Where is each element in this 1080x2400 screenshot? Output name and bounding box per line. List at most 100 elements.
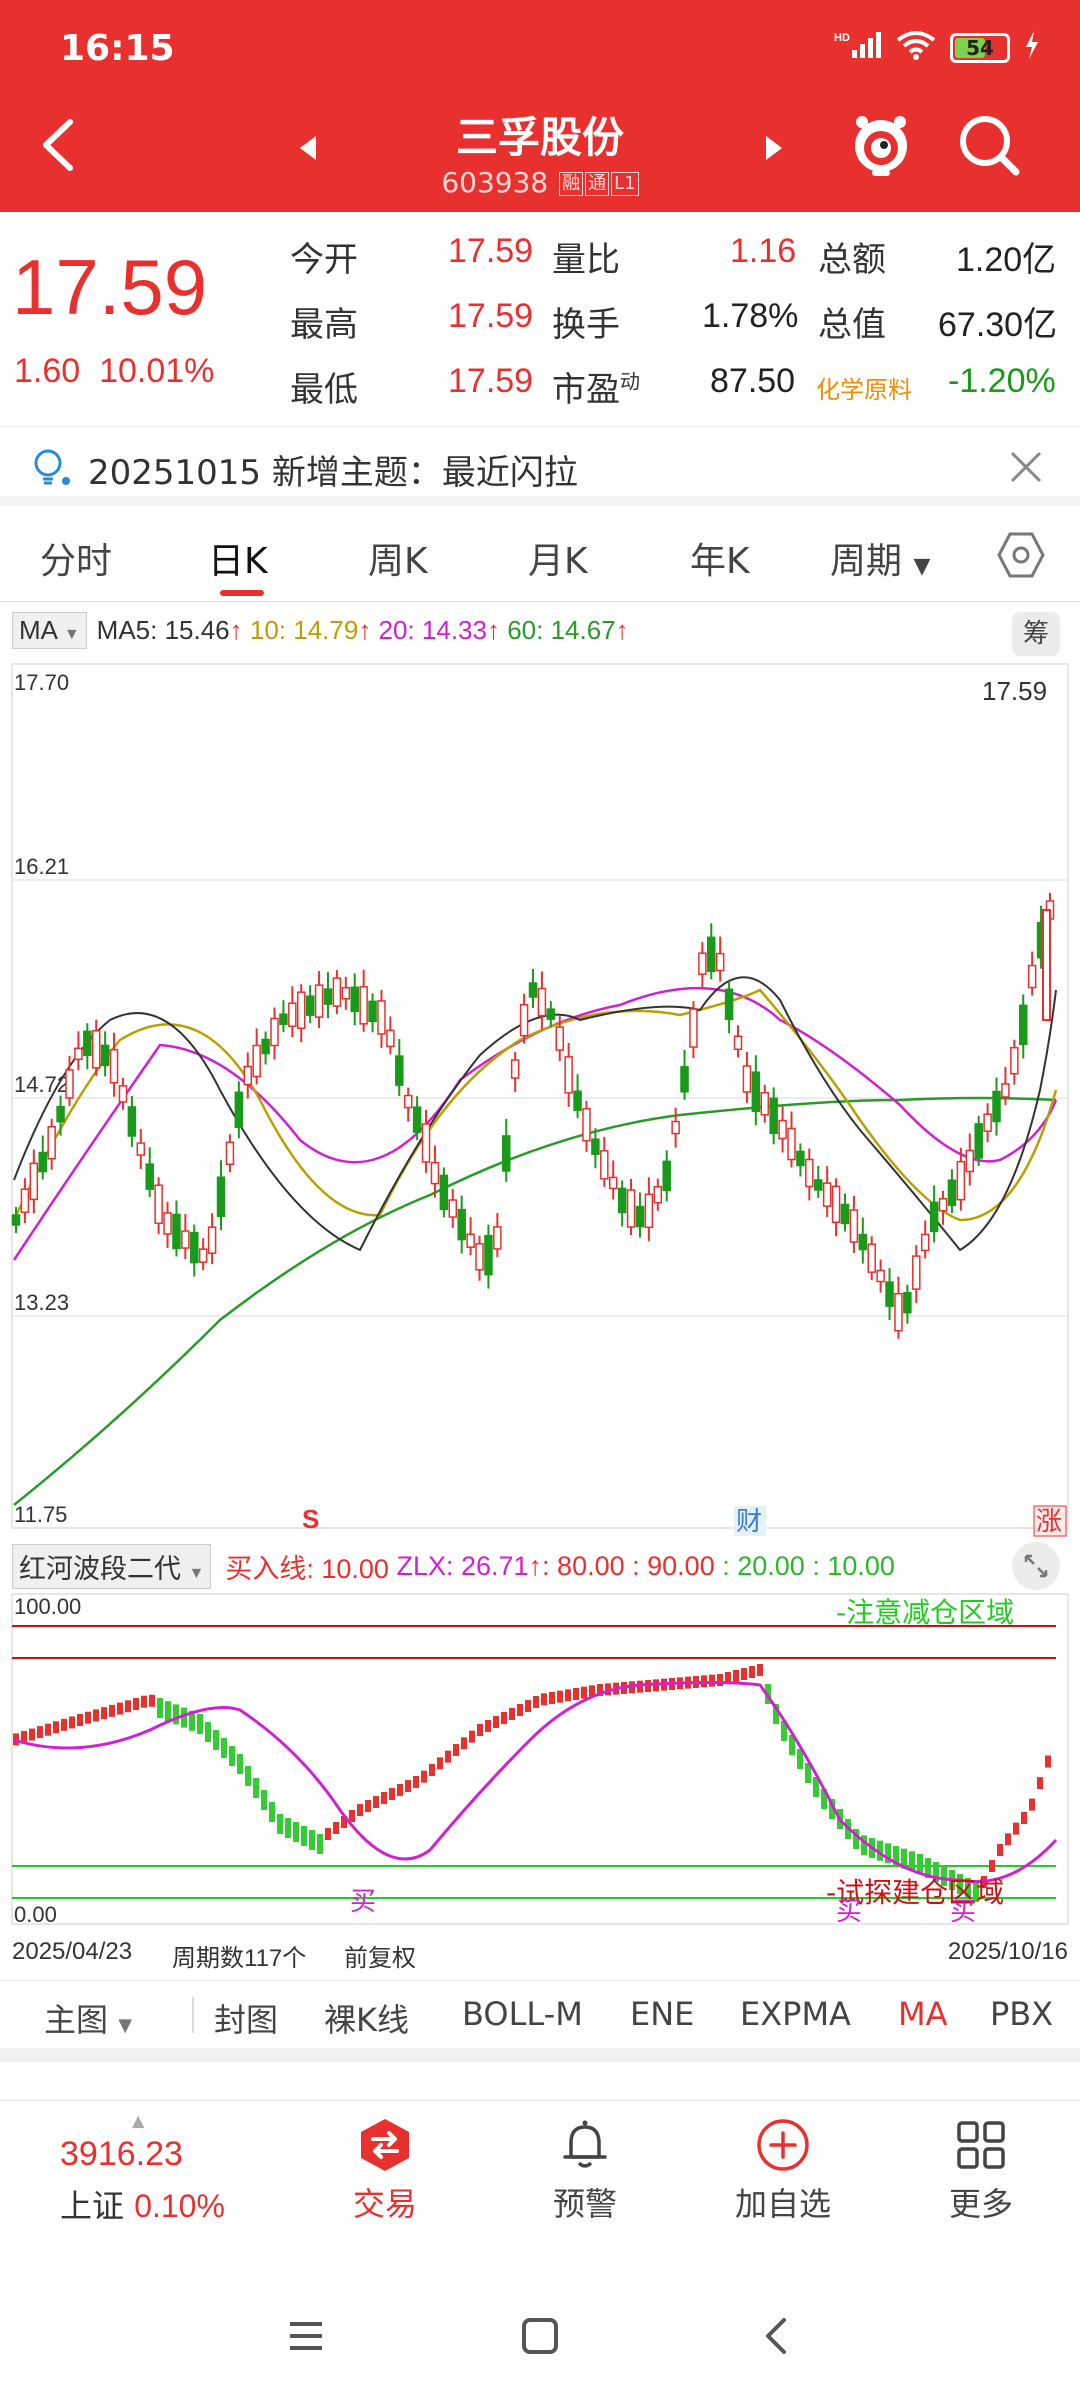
candle-body <box>421 1123 431 1163</box>
indicator-bar <box>149 1694 155 1707</box>
candle-body <box>296 991 306 1029</box>
candle-body <box>172 1213 181 1250</box>
tab-seal-chart[interactable]: 封图 <box>214 1995 278 2041</box>
tab-monthly-k[interactable]: 月K <box>528 532 588 584</box>
y-tick-label: 17.70 <box>14 670 69 695</box>
start-date: 2025/04/23 <box>12 1938 133 1965</box>
candle-body <box>234 1091 244 1129</box>
indicator-bar <box>541 1693 547 1706</box>
indicator-bar <box>549 1692 555 1704</box>
candle-body <box>662 1160 671 1192</box>
candle-body <box>386 1029 395 1048</box>
candle-body <box>805 1158 814 1188</box>
back-nav-icon[interactable] <box>756 2316 796 2360</box>
expand-icon[interactable] <box>1012 1542 1060 1590</box>
sector-name[interactable]: 化学原料 <box>816 370 912 405</box>
stock-code-row: 603938 融通 L1 <box>340 166 740 199</box>
nav-more[interactable]: 更多 <box>896 2117 1066 2225</box>
trade-icon <box>357 2117 413 2173</box>
indicator-bar <box>1013 1822 1019 1835</box>
nav-trade-label: 交易 <box>352 2185 417 2223</box>
indicator-bar <box>509 1708 515 1720</box>
indicator-bar <box>165 1701 171 1722</box>
candle-body <box>11 1214 21 1226</box>
indicator-bar <box>1021 1812 1027 1824</box>
back-button[interactable] <box>30 110 90 180</box>
candle-body <box>965 1149 975 1173</box>
indicator-selector[interactable]: 红河波段二代 ▼ <box>12 1543 212 1589</box>
tab-expma[interactable]: EXPMA <box>740 1995 851 2033</box>
candle-body <box>894 1292 903 1332</box>
candle-body <box>38 1151 47 1173</box>
tab-ma[interactable]: MA <box>898 1995 948 2033</box>
indicator-bar <box>237 1754 243 1774</box>
marker-s: S <box>302 1504 319 1534</box>
index-value[interactable]: 3916.23 <box>60 2135 183 2174</box>
nav-trade[interactable]: 交易 <box>300 2117 470 2225</box>
tab-weekly-k[interactable]: 周K <box>368 532 428 584</box>
y-tick-label: 0.00 <box>14 1902 57 1927</box>
candlestick-chart[interactable]: 17.70 16.21 14.72 13.23 11.75 17.59 S 财 … <box>0 660 1080 1540</box>
candle-body <box>47 1126 56 1160</box>
candle-body <box>724 988 734 1021</box>
grid-icon <box>953 2117 1009 2173</box>
candle-body <box>403 1094 413 1109</box>
value-pe: 87.50 <box>710 362 796 400</box>
indicator-bar <box>285 1818 291 1838</box>
theme-notice[interactable]: 20251015 新增主题：最近闪拉 <box>0 426 1080 506</box>
ma-selector[interactable]: MA ▼ <box>12 611 87 649</box>
indicator-bar <box>365 1800 371 1812</box>
price-change: 1.60 10.01% <box>14 352 215 390</box>
menu-icon[interactable] <box>286 2316 326 2360</box>
candle-body <box>1019 1004 1028 1046</box>
indicator-bar <box>477 1724 483 1736</box>
candle-body <box>1027 964 1037 989</box>
candle-body <box>91 1030 101 1069</box>
tab-main-chart[interactable]: 主图 ▼ <box>44 1995 132 2041</box>
candle-body <box>787 1127 796 1161</box>
indicator-bar <box>261 1790 267 1810</box>
tab-ene[interactable]: ENE <box>630 1995 694 2033</box>
nav-alert[interactable]: 预警 <box>500 2117 670 2225</box>
next-stock-button[interactable] <box>752 128 792 168</box>
mascot-icon[interactable] <box>848 108 914 178</box>
tab-period-dropdown[interactable]: 周期 ▼ <box>830 532 930 584</box>
status-time: 16:15 <box>60 28 175 69</box>
value-turnover-amount: 1.20亿 <box>956 241 1057 279</box>
candle-body <box>617 1187 627 1214</box>
candle-body <box>341 987 351 1000</box>
candle-body <box>83 1030 92 1057</box>
candle-body <box>671 1120 680 1135</box>
chip-distribution-button[interactable]: 筹 <box>1012 612 1060 656</box>
indicator-bar <box>381 1792 387 1804</box>
candle-body <box>974 1123 983 1159</box>
candle-body <box>867 1243 876 1273</box>
close-icon[interactable] <box>1004 445 1048 489</box>
tab-intraday[interactable]: 分时 <box>40 532 112 584</box>
index-info[interactable]: 上证 0.10% <box>60 2181 225 2227</box>
label-pe: 市盈动 <box>552 371 640 409</box>
home-icon[interactable] <box>520 2316 560 2360</box>
search-icon[interactable] <box>954 110 1024 180</box>
indicator-bar <box>29 1728 35 1741</box>
indicator-chart[interactable]: 100.00 0.00 -注意减仓区域 -试探建仓区域 买 买 买 <box>0 1590 1080 1930</box>
candle-body <box>537 987 547 1017</box>
nav-add-watchlist[interactable]: 加自选 <box>698 2117 868 2225</box>
tab-naked-k[interactable]: 裸K线 <box>324 1995 409 2041</box>
candle-body <box>163 1212 172 1235</box>
indicator-bar <box>245 1766 251 1786</box>
candle-body <box>252 1044 261 1078</box>
level-20-value: : 20.00 <box>722 1550 805 1581</box>
settings-hexagon-icon[interactable] <box>996 530 1046 580</box>
indicator-bar <box>117 1702 123 1715</box>
candle-body <box>207 1226 217 1254</box>
candle-body <box>876 1269 885 1283</box>
tab-boll-m[interactable]: BOLL-M <box>462 1995 583 2033</box>
candle-body <box>840 1203 850 1225</box>
tab-yearly-k[interactable]: 年K <box>690 532 750 584</box>
tab-pbx[interactable]: PBX <box>990 1995 1053 2033</box>
candle-body <box>992 1090 1001 1123</box>
indicator-bar <box>717 1674 723 1686</box>
tab-daily-k[interactable]: 日K <box>208 532 268 584</box>
prev-stock-button[interactable] <box>290 128 330 168</box>
